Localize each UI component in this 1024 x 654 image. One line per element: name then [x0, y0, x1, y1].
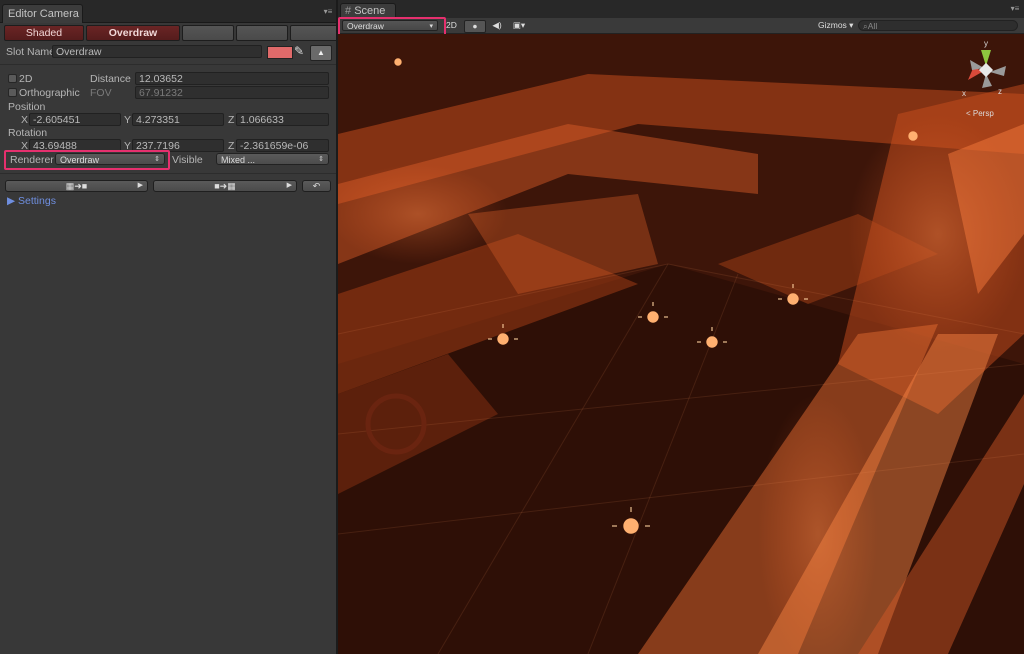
undo-arrow-icon: ↶	[312, 181, 321, 191]
gizmos-dropdown[interactable]: Gizmos ▾	[818, 20, 853, 31]
slot-name-label: Slot Name	[6, 46, 56, 58]
fov-field[interactable]: 67.91232	[135, 86, 329, 99]
rotation-z-label: Z	[228, 140, 235, 152]
renderer-label: Renderer	[10, 154, 54, 166]
scene-to-camera-button[interactable]: ▦➜■ ▶	[5, 180, 148, 192]
gizmo-z-label: z	[998, 87, 1002, 96]
shaded-button[interactable]: Shaded	[4, 25, 84, 41]
rotation-label: Rotation	[8, 127, 48, 139]
slot-color-swatch[interactable]	[267, 46, 293, 59]
rotation-y-label: Y	[124, 140, 132, 152]
section-divider	[0, 64, 336, 65]
2d-checkbox[interactable]	[8, 74, 17, 83]
camera-to-scene-button[interactable]: ■➜▦ ▶	[153, 180, 297, 192]
left-tab-bar: Editor Camera ▾≡	[0, 0, 336, 23]
renderer-dropdown[interactable]: Overdraw ⇕	[55, 153, 165, 165]
gizmo-y-label: y	[984, 39, 988, 48]
position-y-field[interactable]: 4.273351	[132, 113, 224, 126]
distance-field[interactable]: 12.03652	[135, 72, 329, 85]
position-z-label: Z	[228, 114, 235, 126]
slot-button-4[interactable]	[236, 25, 288, 41]
slot-button-5[interactable]	[290, 25, 340, 41]
scene-menu-icon[interactable]: ▾≡	[1010, 5, 1020, 13]
gizmo-x-label: x	[962, 89, 966, 98]
slot-button-3[interactable]	[182, 25, 234, 41]
persp-label: < Persp	[966, 109, 994, 118]
rotation-x-label: X	[21, 140, 29, 152]
rotation-x-field[interactable]: 43.69488	[29, 139, 121, 152]
eyedropper-icon[interactable]: ✎	[294, 44, 304, 58]
overdraw-render: y x z < Persp	[338, 34, 1024, 654]
scene-tab-bar: # Scene ▾≡	[338, 0, 1024, 19]
draw-mode-dropdown[interactable]: Overdraw ▾	[342, 20, 438, 31]
effects-toggle-icon[interactable]: ▣▾	[510, 20, 528, 31]
visible-dropdown[interactable]: Mixed ... ⇕	[216, 153, 329, 165]
tab-editor-camera[interactable]: Editor Camera	[2, 4, 83, 23]
mode-button-row: Shaded Overdraw	[4, 25, 340, 41]
play-arrow-icon: ▶	[286, 182, 292, 189]
slot-name-field[interactable]: Overdraw	[52, 45, 262, 58]
renderer-dropdown-value: Overdraw	[60, 155, 100, 165]
visible-dropdown-value: Mixed ...	[221, 155, 256, 165]
orthographic-label: Orthographic	[19, 87, 80, 99]
overdraw-button[interactable]: Overdraw	[86, 25, 180, 41]
position-x-label: X	[21, 114, 29, 126]
grid-to-camera-icon: ▦➜■	[65, 181, 88, 191]
scene-view-panel: # Scene ▾≡ Overdraw ▾ 2D ● ◀) ▣▾ Gizmos …	[338, 0, 1024, 654]
position-x-field[interactable]: -2.605451	[29, 113, 121, 126]
play-arrow-icon: ▶	[137, 182, 143, 189]
lighting-toggle[interactable]: ●	[464, 20, 486, 33]
scene-grid-icon: #	[345, 5, 352, 17]
scene-search-input[interactable]: ⌕All	[858, 20, 1018, 31]
position-z-field[interactable]: 1.066633	[236, 113, 329, 126]
gizmos-label: Gizmos	[818, 20, 847, 30]
audio-toggle-icon[interactable]: ◀)	[488, 20, 506, 31]
settings-foldout[interactable]: ▶ Settings	[7, 195, 56, 207]
orthographic-checkbox[interactable]	[8, 88, 17, 97]
undo-button[interactable]: ↶	[302, 180, 331, 192]
search-placeholder: All	[867, 21, 878, 31]
draw-mode-value: Overdraw	[347, 21, 384, 31]
editor-camera-panel: Editor Camera ▾≡ Shaded Overdraw Slot Na…	[0, 0, 340, 654]
settings-label: Settings	[18, 195, 56, 207]
collapse-up-button[interactable]: ▲	[310, 45, 332, 61]
distance-label: Distance	[90, 73, 131, 85]
scene-tab-label: Scene	[354, 5, 386, 17]
rotation-y-field[interactable]: 237.7196	[132, 139, 224, 152]
dropdown-arrow-icon: ▾	[429, 23, 433, 30]
fov-label: FOV	[90, 87, 112, 99]
2d-label: 2D	[19, 73, 33, 85]
position-label: Position	[8, 101, 46, 113]
scene-toolbar: Overdraw ▾ 2D ● ◀) ▣▾ Gizmos ▾ ⌕All	[338, 18, 1024, 34]
panel-menu-icon[interactable]: ▾≡	[323, 8, 333, 16]
section-divider	[0, 173, 336, 174]
rotation-z-field[interactable]: -2.361659e-06	[236, 139, 329, 152]
visible-label: Visible	[172, 154, 203, 166]
dropdown-arrow-icon: ⇕	[154, 156, 160, 163]
scene-viewport[interactable]: y x z < Persp	[338, 34, 1024, 654]
position-y-label: Y	[124, 114, 132, 126]
camera-to-grid-icon: ■➜▦	[214, 181, 236, 191]
2d-toggle[interactable]: 2D	[446, 20, 457, 31]
dropdown-arrow-icon: ⇕	[318, 156, 324, 163]
tab-scene[interactable]: # Scene	[340, 3, 396, 19]
